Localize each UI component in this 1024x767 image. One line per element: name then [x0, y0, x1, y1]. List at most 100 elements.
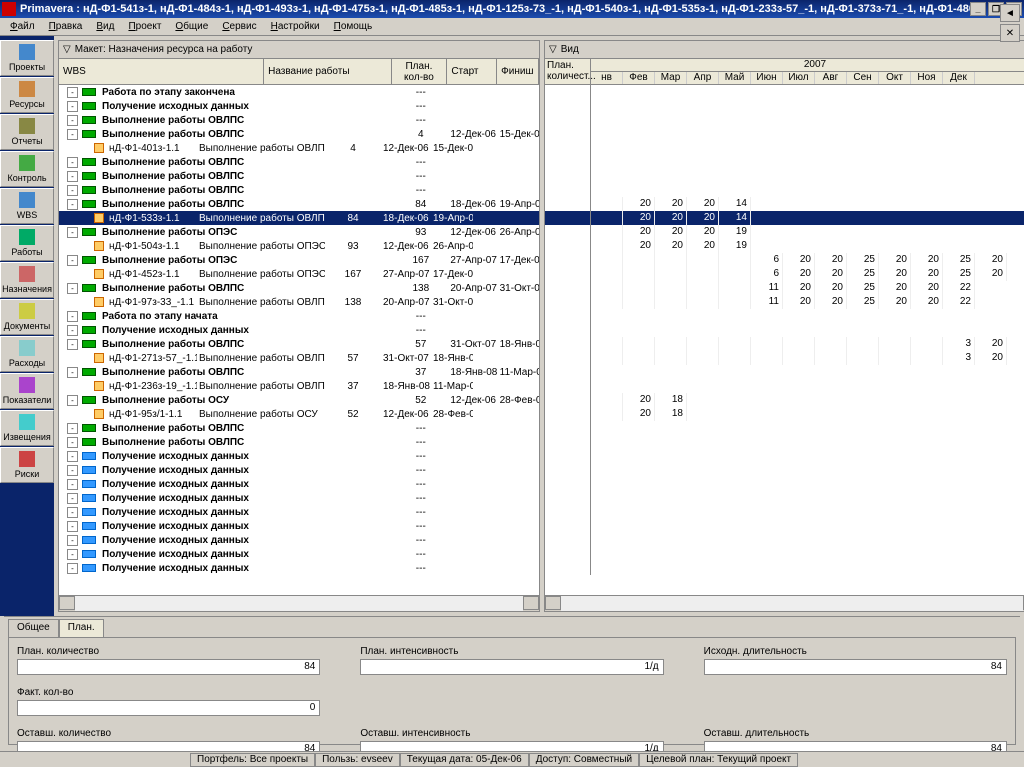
month-col[interactable]: Мар	[655, 72, 687, 84]
table-row[interactable]: нД-Ф1-504з-1.1Выполнение работы ОПЭС9312…	[59, 239, 539, 253]
expand-icon[interactable]: -	[67, 367, 78, 378]
table-row[interactable]: -Получение исходных данных---	[59, 323, 539, 337]
gantt-row[interactable]	[545, 477, 1024, 491]
expand-icon[interactable]: -	[67, 563, 78, 574]
month-col[interactable]: Дек	[943, 72, 975, 84]
month-col[interactable]: Апр	[687, 72, 719, 84]
hscrollbar-right[interactable]	[545, 595, 1024, 611]
gantt-row[interactable]	[545, 99, 1024, 113]
table-row[interactable]: -Выполнение работы ОВЛПС---	[59, 183, 539, 197]
gantt-row[interactable]	[545, 365, 1024, 379]
month-col[interactable]: Июл	[783, 72, 815, 84]
table-row[interactable]: нД-Ф1-97з-33_-1.1Выполнение работы ОВЛПС…	[59, 295, 539, 309]
month-col[interactable]: Май	[719, 72, 751, 84]
gantt-row[interactable]: 32025	[545, 351, 1024, 365]
expand-icon[interactable]: -	[67, 115, 78, 126]
gantt-row[interactable]	[545, 491, 1024, 505]
expand-icon[interactable]: -	[67, 87, 78, 98]
gantt-row[interactable]: 2018	[545, 393, 1024, 407]
gantt-row[interactable]	[545, 183, 1024, 197]
gantt-row[interactable]	[545, 435, 1024, 449]
back-button[interactable]: ◄	[1000, 4, 1020, 22]
menu-Правка[interactable]: Правка	[43, 21, 89, 32]
menu-Помощь[interactable]: Помощь	[328, 21, 379, 32]
gantt-row[interactable]	[545, 547, 1024, 561]
expand-icon[interactable]: -	[67, 535, 78, 546]
tab-general[interactable]: Общее	[8, 619, 59, 637]
expand-icon[interactable]: -	[67, 255, 78, 266]
gantt-row[interactable]	[545, 533, 1024, 547]
table-row[interactable]: -Выполнение работы ОВЛПС5731-Окт-0718-Ян…	[59, 337, 539, 351]
expand-icon[interactable]: -	[67, 283, 78, 294]
gantt-body[interactable]: 2020201420202014202020192020201962020252…	[545, 85, 1024, 595]
tab-plan[interactable]: План.	[59, 619, 104, 637]
table-row[interactable]: -Получение исходных данных---	[59, 99, 539, 113]
table-row[interactable]: -Получение исходных данных---	[59, 561, 539, 575]
sidebar-WBS[interactable]: WBS	[0, 188, 54, 224]
gantt-row[interactable]: 11202025202022	[545, 295, 1024, 309]
gantt-row[interactable]	[545, 113, 1024, 127]
table-row[interactable]: -Выполнение работы ОВЛПС---	[59, 113, 539, 127]
table-row[interactable]: -Выполнение работы ОВЛПС---	[59, 435, 539, 449]
month-col[interactable]: Ноя	[911, 72, 943, 84]
input-plan-intensity[interactable]: 1/д	[360, 659, 663, 675]
expand-icon[interactable]: -	[67, 479, 78, 490]
close-panel-button[interactable]: ✕	[1000, 24, 1020, 42]
menu-Настройки[interactable]: Настройки	[265, 21, 326, 32]
gantt-row[interactable]: 2018	[545, 407, 1024, 421]
table-row[interactable]: -Выполнение работы ОВЛПС3718-Янв-0811-Ма…	[59, 365, 539, 379]
gantt-row[interactable]	[545, 505, 1024, 519]
month-col[interactable]: Сен	[847, 72, 879, 84]
expand-icon[interactable]: -	[67, 549, 78, 560]
table-row[interactable]: нД-Ф1-401з-1.1Выполнение работы ОВЛПС412…	[59, 141, 539, 155]
gantt-row[interactable]	[545, 449, 1024, 463]
col-start[interactable]: Старт	[447, 59, 497, 84]
table-row[interactable]: -Получение исходных данных---	[59, 463, 539, 477]
minimize-button[interactable]: _	[970, 2, 986, 16]
table-row[interactable]: -Выполнение работы ОВЛПС---	[59, 155, 539, 169]
table-row[interactable]: -Получение исходных данных---	[59, 533, 539, 547]
sidebar-Ресурсы[interactable]: Ресурсы	[0, 77, 54, 113]
sidebar-Документы[interactable]: Документы	[0, 299, 54, 335]
expand-icon[interactable]: -	[67, 507, 78, 518]
left-panel-header[interactable]: ▽Макет: Назначения ресурса на работу	[59, 41, 539, 59]
gantt-row[interactable]: 20202019	[545, 225, 1024, 239]
table-row[interactable]: -Получение исходных данных---	[59, 547, 539, 561]
expand-icon[interactable]: -	[67, 171, 78, 182]
gantt-row[interactable]	[545, 309, 1024, 323]
hscrollbar[interactable]	[59, 595, 539, 611]
sidebar-Контроль[interactable]: Контроль	[0, 151, 54, 187]
gantt-row[interactable]	[545, 155, 1024, 169]
gantt-row[interactable]	[545, 463, 1024, 477]
gantt-row[interactable]	[545, 421, 1024, 435]
table-row[interactable]: -Выполнение работы ОВЛПС13820-Апр-0731-О…	[59, 281, 539, 295]
input-plan-qty[interactable]: 84	[17, 659, 320, 675]
expand-icon[interactable]: -	[67, 185, 78, 196]
sidebar-Проекты[interactable]: Проекты	[0, 40, 54, 76]
col-finish[interactable]: Финиш	[497, 59, 539, 84]
gantt-row[interactable]: 20202019	[545, 239, 1024, 253]
sidebar-Назначения[interactable]: Назначения	[0, 262, 54, 298]
sidebar-Извещения[interactable]: Извещения	[0, 410, 54, 446]
gantt-row[interactable]: 20202014	[545, 197, 1024, 211]
table-row[interactable]: -Выполнение работы ОВЛПС8418-Дек-0619-Ап…	[59, 197, 539, 211]
month-col[interactable]: Окт	[879, 72, 911, 84]
input-orig-duration[interactable]: 84	[704, 659, 1007, 675]
expand-icon[interactable]: -	[67, 101, 78, 112]
expand-icon[interactable]: -	[67, 423, 78, 434]
month-col[interactable]: нв	[591, 72, 623, 84]
expand-icon[interactable]: -	[67, 339, 78, 350]
table-row[interactable]: -Выполнение работы ОПЭС16727-Апр-0717-Де…	[59, 253, 539, 267]
plan-col[interactable]: План. количест...	[545, 59, 591, 84]
month-col[interactable]: Июн	[751, 72, 783, 84]
right-panel-header[interactable]: ▽Вид	[545, 41, 1024, 59]
table-row[interactable]: нД-Ф1-271з-57_-1.1Выполнение работы ОВЛП…	[59, 351, 539, 365]
table-row[interactable]: -Получение исходных данных---	[59, 505, 539, 519]
expand-icon[interactable]: -	[67, 451, 78, 462]
gantt-row[interactable]: 62020252020252011	[545, 267, 1024, 281]
sidebar-Расходы[interactable]: Расходы	[0, 336, 54, 372]
sidebar-Отчеты[interactable]: Отчеты	[0, 114, 54, 150]
expand-icon[interactable]: -	[67, 227, 78, 238]
menu-Общие[interactable]: Общие	[169, 21, 214, 32]
gantt-row[interactable]	[545, 85, 1024, 99]
